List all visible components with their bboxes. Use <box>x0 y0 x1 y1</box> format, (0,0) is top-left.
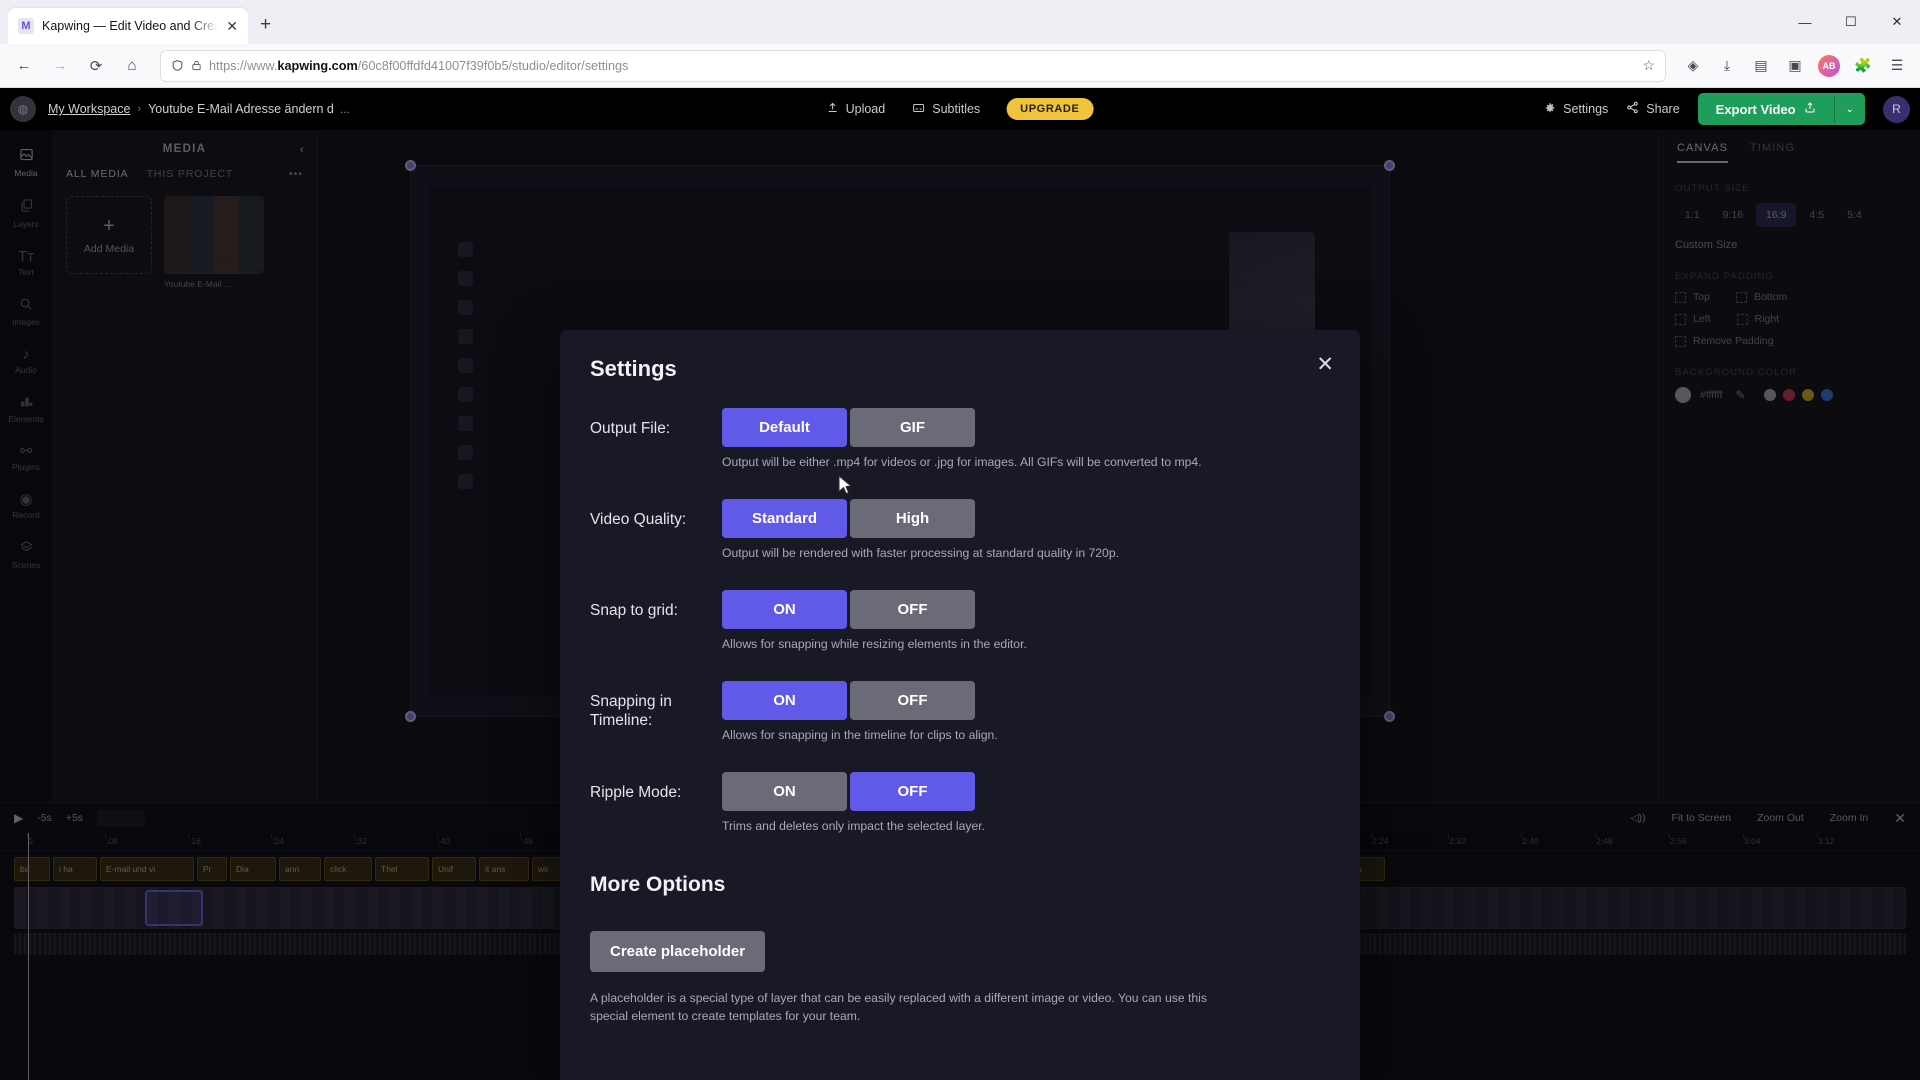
forward-icon[interactable]: → <box>44 50 76 82</box>
lock-icon <box>191 59 202 72</box>
maximize-icon[interactable]: ☐ <box>1828 0 1874 44</box>
setting-row-output-file: Output File: Default GIF Output will be … <box>590 408 1330 491</box>
tab-close-icon[interactable]: ✕ <box>226 19 238 33</box>
settings-button[interactable]: Settings <box>1544 102 1608 117</box>
subtitles-button[interactable]: Subtitles <box>911 102 980 117</box>
modal-title: Settings <box>590 356 677 381</box>
output-file-help: Output will be either .mp4 for videos or… <box>722 455 1202 469</box>
snap-to-grid-help: Allows for snapping while resizing eleme… <box>722 637 1027 651</box>
setting-row-snapping-timeline: Snapping in Timeline: ON OFF Allows for … <box>590 681 1330 764</box>
upload-icon <box>827 101 839 117</box>
snapping-timeline-label: Snapping in Timeline: <box>590 693 672 730</box>
minimize-icon[interactable]: — <box>1782 0 1828 44</box>
share-label: Share <box>1646 102 1680 116</box>
ripple-mode-options: ON OFF <box>722 772 1330 811</box>
tab-title: Kapwing — Edit Video and Crea <box>42 19 219 33</box>
ripple-mode-label: Ripple Mode: <box>590 784 682 801</box>
export-icon <box>1804 101 1816 117</box>
breadcrumb-separator: › <box>137 103 142 115</box>
shield-icon <box>171 59 184 72</box>
output-file-gif-button[interactable]: GIF <box>850 408 975 447</box>
pocket-icon[interactable]: ◈ <box>1678 51 1708 81</box>
output-file-label: Output File: <box>590 420 671 437</box>
video-quality-label: Video Quality: <box>590 511 687 528</box>
share-icon <box>1626 101 1639 117</box>
browser-tab[interactable]: M Kapwing — Edit Video and Crea ✕ <box>8 8 248 44</box>
video-quality-high-button[interactable]: High <box>850 499 975 538</box>
window-close-icon[interactable]: ✕ <box>1874 0 1920 44</box>
setting-row-video-quality: Video Quality: Standard High Output will… <box>590 499 1330 582</box>
home-icon[interactable]: ⌂ <box>116 50 148 82</box>
settings-label: Settings <box>1563 102 1609 116</box>
extensions-icon[interactable]: 🧩 <box>1848 51 1878 81</box>
account-avatar: AB <box>1818 54 1840 77</box>
back-icon[interactable]: ← <box>8 50 40 82</box>
output-file-default-button[interactable]: Default <box>722 408 847 447</box>
snapping-timeline-on-button[interactable]: ON <box>722 681 847 720</box>
browser-window: M Kapwing — Edit Video and Crea ✕ + — ☐ … <box>0 0 1920 1080</box>
snapping-timeline-off-button[interactable]: OFF <box>850 681 975 720</box>
setting-row-ripple-mode: Ripple Mode: ON OFF Trims and deletes on… <box>590 772 1330 855</box>
snap-to-grid-on-button[interactable]: ON <box>722 590 847 629</box>
navigation-toolbar: ← → ⟳ ⌂ https://www.kapwing.com/60c8f00f… <box>0 44 1920 88</box>
modal-close-icon[interactable]: ✕ <box>1316 354 1334 375</box>
library-icon[interactable]: ▤ <box>1746 51 1776 81</box>
ripple-mode-on-button[interactable]: ON <box>722 772 847 811</box>
more-options-title: More Options <box>590 873 726 896</box>
snap-to-grid-options: ON OFF <box>722 590 1330 629</box>
reader-icon[interactable]: ▣ <box>1780 51 1810 81</box>
snapping-timeline-help: Allows for snapping in the timeline for … <box>722 728 998 742</box>
upgrade-button[interactable]: UPGRADE <box>1006 98 1094 120</box>
breadcrumb-overflow[interactable]: ... <box>340 102 350 116</box>
user-avatar[interactable]: R <box>1883 95 1910 123</box>
output-file-options: Default GIF <box>722 408 1330 447</box>
downloads-icon[interactable]: ⤓ <box>1712 51 1742 81</box>
tab-strip: M Kapwing — Edit Video and Crea ✕ + — ☐ … <box>0 0 1920 44</box>
create-placeholder-help: A placeholder is a special type of layer… <box>590 991 1207 1023</box>
url-text: https://www.kapwing.com/60c8f00ffdfd4100… <box>209 58 629 73</box>
share-button[interactable]: Share <box>1626 101 1680 117</box>
snap-to-grid-control: ON OFF Allows for snapping while resizin… <box>722 590 1330 673</box>
gear-icon <box>1544 102 1556 117</box>
breadcrumb-workspace[interactable]: My Workspace <box>48 102 130 116</box>
bookmark-star-icon[interactable]: ☆ <box>1642 57 1655 74</box>
video-quality-control: Standard High Output will be rendered wi… <box>722 499 1330 582</box>
ripple-mode-control: ON OFF Trims and deletes only impact the… <box>722 772 1330 855</box>
kapwing-app: ◍ My Workspace › Youtube E-Mail Adresse … <box>0 88 1920 1080</box>
create-placeholder-button[interactable]: Create placeholder <box>590 931 766 972</box>
breadcrumb-project[interactable]: Youtube E-Mail Adresse ändern d <box>148 102 334 116</box>
export-video-control: Export Video ⌄ <box>1697 93 1865 125</box>
snapping-timeline-control: ON OFF Allows for snapping in the timeli… <box>722 681 1330 764</box>
reload-icon[interactable]: ⟳ <box>80 50 112 82</box>
workspace-avatar[interactable]: ◍ <box>10 96 36 122</box>
export-video-button[interactable]: Export Video <box>1698 93 1834 125</box>
new-tab-button[interactable]: + <box>248 14 283 36</box>
snap-to-grid-label: Snap to grid: <box>590 602 678 619</box>
video-quality-options: Standard High <box>722 499 1330 538</box>
app-body: Media Layers Tт Text Images <box>0 130 1920 1080</box>
ripple-mode-help: Trims and deletes only impact the select… <box>722 819 986 833</box>
settings-modal: Settings ✕ Output File: Default GIF Outp… <box>560 330 1360 1080</box>
ripple-mode-off-button[interactable]: OFF <box>850 772 975 811</box>
snapping-timeline-options: ON OFF <box>722 681 1330 720</box>
video-quality-help: Output will be rendered with faster proc… <box>722 546 1119 560</box>
output-file-control: Default GIF Output will be either .mp4 f… <box>722 408 1330 491</box>
menu-icon[interactable]: ☰ <box>1882 51 1912 81</box>
app-header: ◍ My Workspace › Youtube E-Mail Adresse … <box>0 88 1920 130</box>
address-bar[interactable]: https://www.kapwing.com/60c8f00ffdfd4100… <box>160 49 1666 82</box>
upload-label: Upload <box>845 102 886 116</box>
kapwing-favicon-icon: M <box>18 18 34 34</box>
export-dropdown-button[interactable]: ⌄ <box>1833 95 1865 123</box>
snap-to-grid-off-button[interactable]: OFF <box>850 590 975 629</box>
header-center-actions: Upload Subtitles UPGRADE <box>827 98 1094 120</box>
window-controls: — ☐ ✕ <box>1782 0 1920 44</box>
export-video-label: Export Video <box>1715 101 1796 117</box>
upload-button[interactable]: Upload <box>827 101 886 117</box>
account-icon[interactable]: AB <box>1814 51 1844 81</box>
header-right-actions: Settings Share Export Video ⌄ R <box>1544 93 1910 125</box>
subtitles-label: Subtitles <box>932 102 981 116</box>
setting-row-snap-to-grid: Snap to grid: ON OFF Allows for snapping… <box>590 590 1330 673</box>
video-quality-standard-button[interactable]: Standard <box>722 499 847 538</box>
subtitles-icon <box>911 102 925 117</box>
